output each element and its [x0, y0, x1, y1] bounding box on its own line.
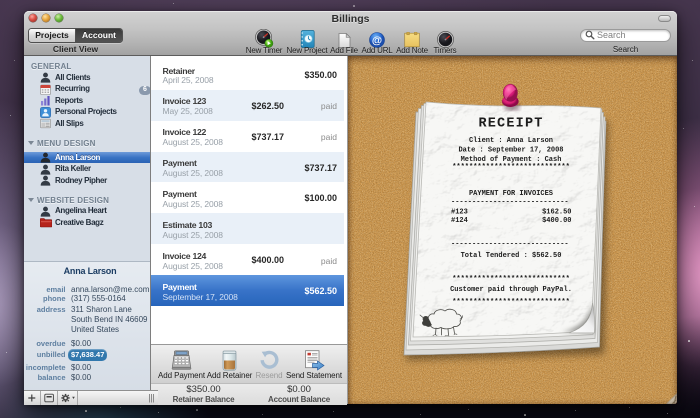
svg-text:$400.00: $400.00 [542, 217, 571, 225]
svg-text:****************************: **************************** [452, 164, 570, 172]
svg-text:****************************: **************************** [452, 276, 570, 284]
svg-text:Customer paid through PayPal.: Customer paid through PayPal. [450, 286, 572, 294]
svg-text:@: @ [372, 34, 382, 46]
svg-text:RECEIPT: RECEIPT [478, 117, 543, 132]
svg-text:#124: #124 [451, 217, 468, 225]
svg-text:#123: #123 [451, 208, 468, 216]
svg-text:PAYMENT FOR INVOICES: PAYMENT FOR INVOICES [469, 190, 553, 198]
svg-text:****************************: **************************** [452, 299, 570, 307]
svg-text:Date : September 17, 2008: Date : September 17, 2008 [458, 147, 563, 155]
svg-text:Client : Anna Larson: Client : Anna Larson [469, 137, 553, 145]
svg-text:$162.50: $162.50 [542, 208, 571, 216]
svg-text:----------------------------: ---------------------------- [451, 240, 569, 248]
svg-text:----------------------------: ---------------------------- [451, 199, 569, 207]
svg-text:Total Tendered : $562.50: Total Tendered : $562.50 [461, 252, 562, 260]
